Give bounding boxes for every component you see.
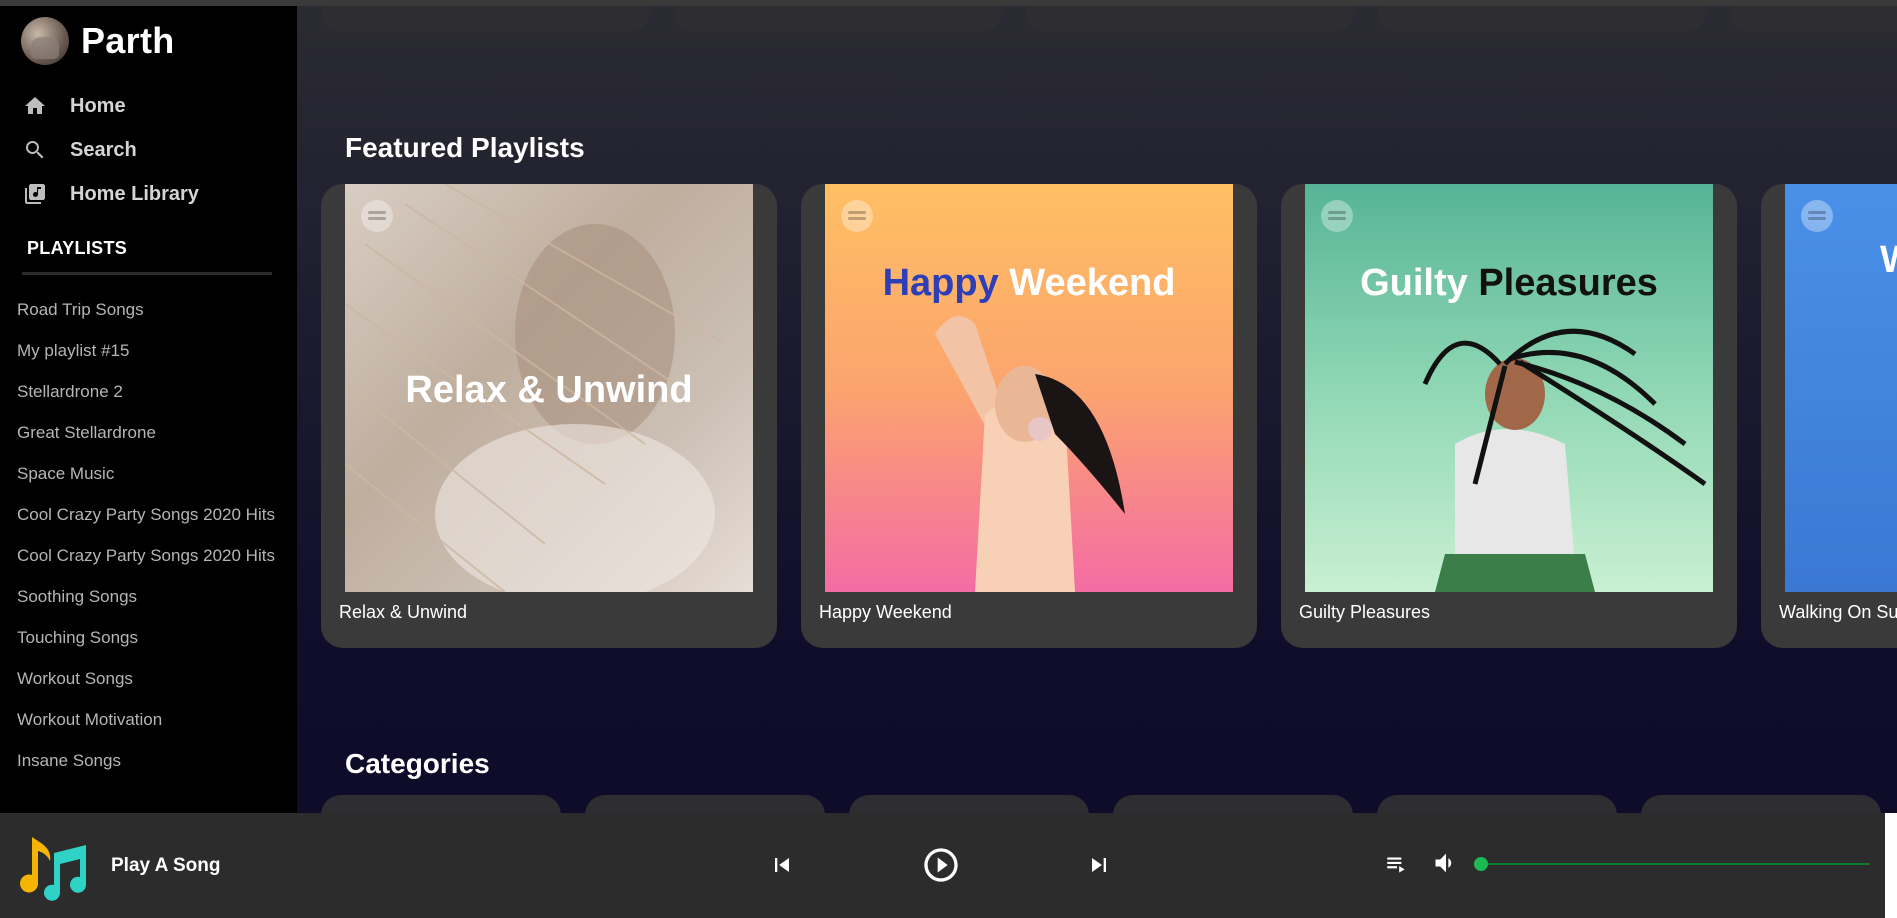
playlist-item[interactable]: Insane Songs bbox=[17, 749, 277, 773]
playlist-item[interactable]: Great Stellardrone bbox=[17, 421, 277, 445]
skip-previous-icon bbox=[775, 858, 789, 872]
playlist-item[interactable]: Workout Motivation bbox=[17, 708, 277, 732]
featured-playlists-title: Featured Playlists bbox=[345, 132, 585, 163]
spotify-logo-icon bbox=[841, 200, 873, 232]
cover-title-part: Weekend bbox=[1009, 262, 1176, 304]
play-circle-icon bbox=[924, 848, 958, 882]
spotify-logo-icon bbox=[1801, 200, 1833, 232]
playlist-card-caption: Guilty Pleasures bbox=[1299, 602, 1431, 622]
playlist-card-walking[interactable]: W Walking On Su bbox=[1761, 184, 1897, 648]
window-edge bbox=[1885, 813, 1897, 918]
player-bar: Play A Song bbox=[0, 813, 1885, 918]
cover-title: Happy Weekend bbox=[825, 262, 1233, 305]
skip-next-icon bbox=[1092, 858, 1106, 872]
home-icon bbox=[22, 93, 48, 119]
playlist-item[interactable]: Soothing Songs bbox=[17, 585, 277, 609]
search-icon bbox=[22, 137, 48, 163]
library-icon bbox=[22, 181, 48, 207]
featured-playlists-row: Relax & Unwind Relax & Unwind Happy Week… bbox=[321, 184, 1897, 648]
cover-title: Relax & Unwind bbox=[405, 369, 693, 411]
playlist-cover: Guilty Pleasures bbox=[1305, 184, 1713, 592]
playlists-heading: PLAYLISTS bbox=[27, 238, 128, 258]
playlists-divider bbox=[22, 272, 272, 275]
playlist-item[interactable]: Cool Crazy Party Songs 2020 Hits bbox=[17, 544, 277, 568]
cover-art bbox=[935, 316, 1125, 592]
main-nav: Home Search Home Library bbox=[22, 84, 199, 216]
nav-library-label: Home Library bbox=[70, 182, 199, 205]
volume-slider-thumb[interactable] bbox=[1474, 857, 1488, 871]
profile[interactable]: Parth bbox=[21, 17, 175, 65]
category-card[interactable] bbox=[585, 795, 825, 813]
categories-row bbox=[321, 795, 1881, 813]
cover-art bbox=[1422, 328, 1707, 592]
category-card[interactable] bbox=[849, 795, 1089, 813]
nav-home-label: Home bbox=[70, 94, 126, 117]
main-content: Featured Playlists Relax & Unwind Relax … bbox=[297, 0, 1897, 813]
cover-title-part: Happy bbox=[882, 262, 999, 304]
category-card[interactable] bbox=[1377, 795, 1617, 813]
play-button[interactable] bbox=[919, 843, 963, 887]
nav-search[interactable]: Search bbox=[22, 128, 199, 172]
nav-library[interactable]: Home Library bbox=[22, 172, 199, 216]
playlist-item[interactable]: Road Trip Songs bbox=[17, 298, 277, 322]
volume-icon[interactable] bbox=[1432, 849, 1460, 877]
top-strip bbox=[0, 0, 1897, 6]
playlist-item[interactable]: Space Music bbox=[17, 462, 277, 486]
nav-home[interactable]: Home bbox=[22, 84, 199, 128]
avatar bbox=[21, 17, 69, 65]
playlist-item[interactable]: Cool Crazy Party Songs 2020 Hits bbox=[17, 503, 277, 527]
playlist-cover: Happy Weekend bbox=[825, 184, 1233, 592]
spotify-logo-icon bbox=[361, 200, 393, 232]
category-card[interactable] bbox=[1641, 795, 1881, 813]
playlist-card-caption: Happy Weekend bbox=[819, 602, 952, 622]
now-playing-title: Play A Song bbox=[111, 855, 221, 876]
playlist-cover: W bbox=[1785, 184, 1897, 592]
playlist-card-caption: Walking On Su bbox=[1779, 602, 1897, 622]
profile-name: Parth bbox=[81, 20, 175, 61]
music-note-icon bbox=[20, 837, 86, 901]
category-card[interactable] bbox=[321, 795, 561, 813]
playlist-item[interactable]: Workout Songs bbox=[17, 667, 277, 691]
app-root: Parth Home Search Home Library PLAYLISTS… bbox=[0, 0, 1897, 918]
playlist-item[interactable]: Stellardrone 2 bbox=[17, 380, 277, 404]
playlist-list: Road Trip Songs My playlist #15 Stellard… bbox=[17, 298, 277, 790]
spotify-logo-icon bbox=[1321, 200, 1353, 232]
nav-search-label: Search bbox=[70, 138, 137, 161]
playlist-card-guilty-pleasures[interactable]: Guilty Pleasures Guilty Pleasures bbox=[1281, 184, 1737, 648]
playlist-item[interactable]: My playlist #15 bbox=[17, 339, 277, 363]
cover-title: Guilty Pleasures bbox=[1305, 262, 1713, 305]
next-button[interactable] bbox=[1077, 843, 1121, 887]
playlist-card-caption: Relax & Unwind bbox=[339, 602, 468, 622]
queue-icon[interactable] bbox=[1384, 851, 1410, 877]
categories-title: Categories bbox=[345, 748, 490, 779]
sidebar: Parth Home Search Home Library PLAYLISTS… bbox=[0, 0, 297, 813]
cover-title-part: Guilty bbox=[1360, 262, 1468, 304]
category-card[interactable] bbox=[1113, 795, 1353, 813]
cover-title-part: Pleasures bbox=[1478, 262, 1658, 304]
volume-slider[interactable] bbox=[1474, 857, 1870, 871]
cover-title: W bbox=[1880, 239, 1897, 282]
playlist-item[interactable]: Touching Songs bbox=[17, 626, 277, 650]
playlist-cover: Relax & Unwind bbox=[345, 184, 753, 592]
previous-button[interactable] bbox=[760, 843, 804, 887]
playlist-card-relax[interactable]: Relax & Unwind Relax & Unwind bbox=[321, 184, 777, 648]
playlist-card-happy-weekend[interactable]: Happy Weekend Happy Weekend bbox=[801, 184, 1257, 648]
